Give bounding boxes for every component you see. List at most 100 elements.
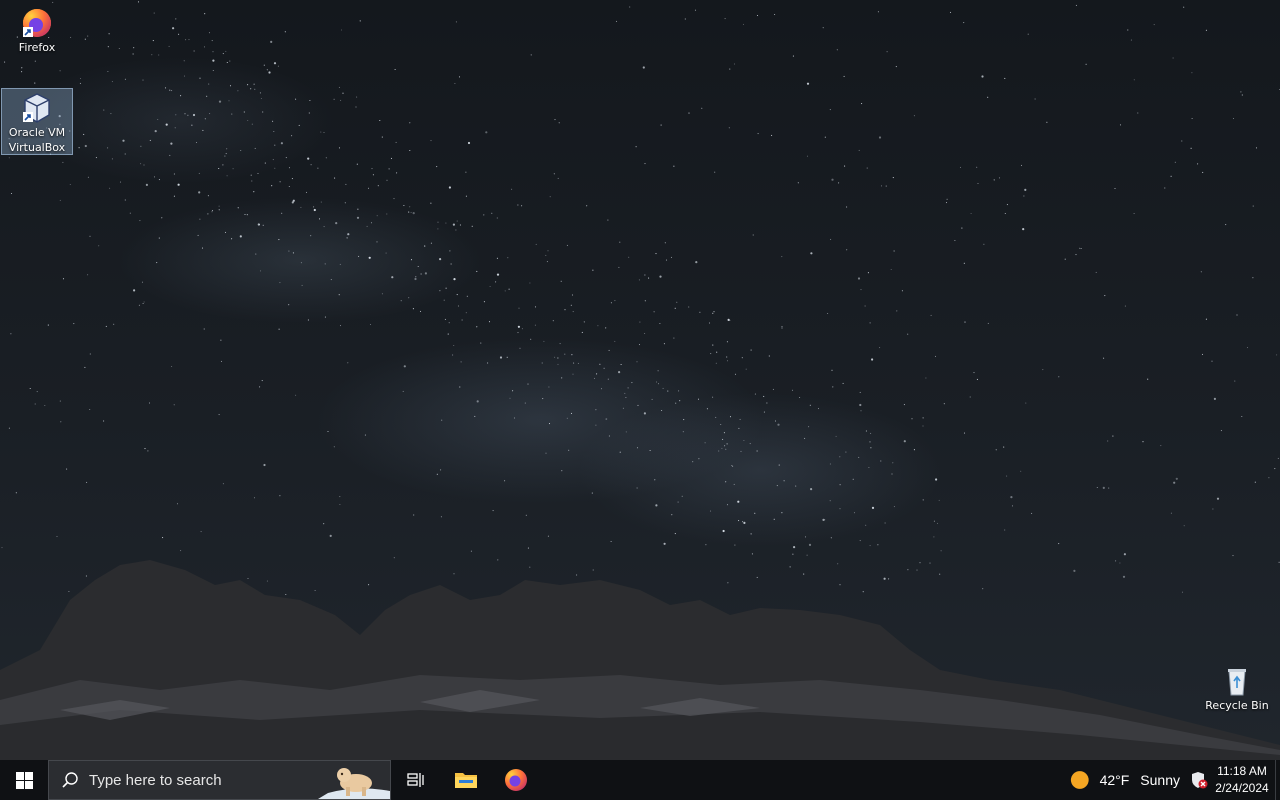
search-box[interactable]: Type here to search xyxy=(48,760,391,800)
star xyxy=(108,33,110,35)
star xyxy=(218,100,222,103)
star xyxy=(327,430,329,433)
star xyxy=(60,421,62,423)
star xyxy=(706,408,708,410)
star xyxy=(218,167,220,170)
star xyxy=(757,133,759,135)
star xyxy=(465,171,467,173)
desktop-icon-firefox[interactable]: Firefox xyxy=(1,4,73,60)
star xyxy=(300,262,302,264)
star xyxy=(806,82,810,85)
star xyxy=(152,40,154,42)
star xyxy=(1046,121,1048,123)
star xyxy=(169,154,171,156)
star xyxy=(129,212,131,214)
star xyxy=(1020,470,1022,472)
star xyxy=(824,136,826,138)
star xyxy=(560,280,562,282)
star xyxy=(273,62,277,65)
star xyxy=(773,518,775,520)
star xyxy=(465,195,467,197)
firefox-icon xyxy=(23,9,51,37)
star xyxy=(381,293,383,295)
security-tray-button[interactable] xyxy=(1188,760,1210,800)
star xyxy=(264,162,266,164)
show-desktop-button[interactable] xyxy=(1275,760,1280,800)
star xyxy=(180,95,182,97)
start-button[interactable] xyxy=(0,760,48,800)
file-explorer-button[interactable] xyxy=(446,760,486,800)
star xyxy=(619,451,621,453)
star xyxy=(976,166,978,168)
star xyxy=(725,481,727,483)
desktop-icon-virtualbox[interactable]: Oracle VM VirtualBox xyxy=(1,88,73,155)
star xyxy=(164,87,167,89)
desktop-icon-recycle-bin[interactable]: Recycle Bin xyxy=(1201,662,1273,718)
star xyxy=(987,96,989,98)
star xyxy=(185,39,187,41)
star xyxy=(831,178,834,181)
star xyxy=(681,495,683,497)
star xyxy=(165,123,168,126)
star xyxy=(139,220,141,222)
star xyxy=(1274,468,1276,470)
star xyxy=(662,387,664,389)
star xyxy=(890,268,892,271)
star xyxy=(572,373,574,375)
star xyxy=(728,127,730,129)
recycle-bin-icon xyxy=(1228,669,1246,696)
star xyxy=(716,351,718,353)
star xyxy=(884,522,886,524)
star xyxy=(714,171,716,173)
star xyxy=(254,147,256,149)
weather-widget[interactable]: 42°F Sunny xyxy=(1068,760,1180,800)
star xyxy=(930,314,932,316)
star xyxy=(1010,496,1013,499)
star xyxy=(272,159,274,161)
clock[interactable]: 11:18 AM 2/24/2024 xyxy=(1212,763,1272,797)
star xyxy=(409,149,411,152)
firefox-taskbar-button[interactable] xyxy=(496,760,536,800)
star xyxy=(513,417,516,419)
star xyxy=(756,450,758,452)
star xyxy=(430,202,432,204)
star xyxy=(448,186,451,189)
star xyxy=(415,276,417,278)
star xyxy=(288,250,290,252)
star xyxy=(517,332,519,334)
star xyxy=(259,386,261,388)
star xyxy=(754,512,756,514)
star xyxy=(212,69,214,72)
star xyxy=(471,225,473,227)
star xyxy=(731,465,733,467)
star xyxy=(62,278,65,280)
star xyxy=(581,331,583,333)
star xyxy=(251,123,253,125)
task-view-button[interactable] xyxy=(396,760,436,800)
star xyxy=(810,488,813,491)
star xyxy=(535,243,537,245)
star xyxy=(62,161,64,163)
star xyxy=(307,157,310,160)
star xyxy=(89,408,91,411)
star xyxy=(105,325,107,327)
star xyxy=(277,65,279,67)
star xyxy=(545,452,547,454)
star xyxy=(193,50,195,52)
star xyxy=(111,158,113,160)
star xyxy=(568,449,570,451)
star xyxy=(995,449,997,451)
star xyxy=(222,53,224,55)
star xyxy=(901,290,903,292)
star xyxy=(232,168,234,170)
star xyxy=(631,382,633,384)
virtualbox-icon xyxy=(23,93,50,123)
star xyxy=(557,177,559,179)
star xyxy=(260,97,262,100)
star xyxy=(701,107,703,109)
star xyxy=(226,175,228,177)
star xyxy=(846,206,848,208)
star xyxy=(8,427,10,429)
star xyxy=(743,521,746,525)
star xyxy=(831,369,833,371)
